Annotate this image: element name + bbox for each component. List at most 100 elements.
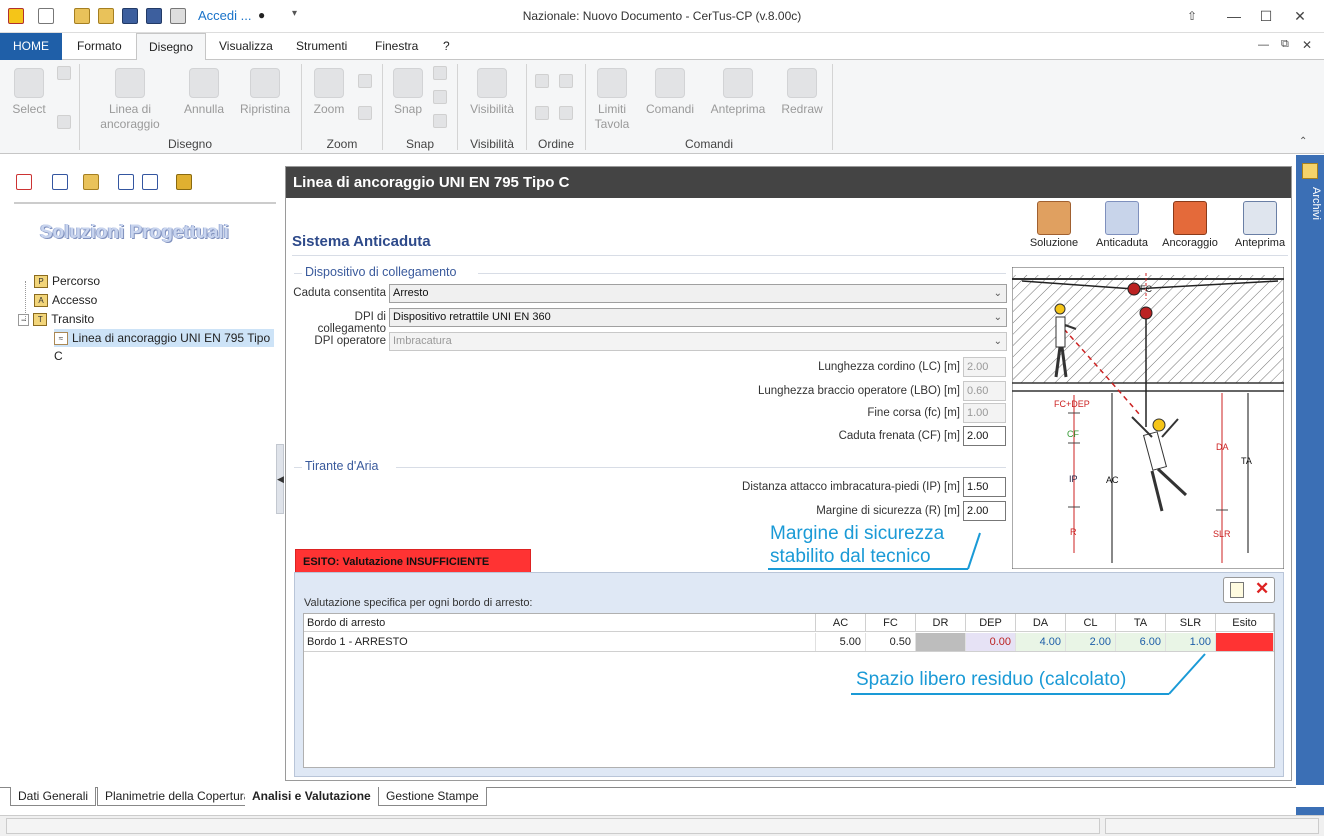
tab-home[interactable]: HOME: [0, 33, 62, 60]
caduta-label: Caduta consentita: [293, 287, 386, 299]
fall-arrest-diagram: FC FC+DEP CF IP R AC DA TA SLR: [1012, 267, 1284, 569]
import-icon[interactable]: [52, 174, 68, 190]
zoom-button[interactable]: Zoom: [308, 68, 350, 117]
section-line: [294, 467, 302, 468]
heading-divider: [292, 255, 1288, 256]
col-header-cl[interactable]: CL: [1066, 614, 1116, 632]
cf-input[interactable]: 2.00: [963, 426, 1006, 446]
left-panel: Soluzioni Progettuali P Percorso A Accesso…: [0, 155, 282, 785]
tab-planimetrie[interactable]: Planimetrie della Copertura: [97, 787, 259, 806]
expand-all-icon[interactable]: [118, 174, 134, 190]
send-back-icon[interactable]: [559, 74, 573, 88]
panel-splitter[interactable]: ◀: [276, 444, 284, 514]
anticaduta-button[interactable]: Anticaduta: [1092, 201, 1152, 249]
delete-icon[interactable]: [16, 174, 32, 190]
col-header-ta[interactable]: TA: [1116, 614, 1166, 632]
minimize-icon[interactable]: —: [1224, 6, 1244, 26]
select-button[interactable]: Select: [8, 68, 50, 117]
soluzione-button[interactable]: Soluzione: [1024, 201, 1084, 249]
tree-item-linea-ancoraggio[interactable]: ≈ Linea di ancoraggio UNI EN 795 Tipo C: [54, 329, 274, 363]
ip-input[interactable]: 1.50: [963, 477, 1006, 497]
main-window-title: Linea di ancoraggio UNI EN 795 Tipo C: [286, 167, 1291, 198]
collapse-toggle-icon[interactable]: −: [18, 314, 30, 326]
snap-grid-icon[interactable]: [433, 114, 447, 128]
collapse-ribbon-icon[interactable]: ⌃: [1299, 136, 1307, 147]
close-icon[interactable]: ✕: [1290, 6, 1310, 26]
dpi-collegamento-select[interactable]: Dispositivo retrattile UNI EN 360 ⌄: [389, 308, 1007, 327]
arrow-down-icon[interactable]: [57, 115, 71, 129]
eye-icon: [477, 68, 507, 98]
panel-title: Soluzioni Progettuali: [40, 222, 229, 243]
mdi-restore-icon[interactable]: ⧉: [1281, 38, 1289, 51]
annulla-button[interactable]: Annulla: [180, 68, 228, 117]
esito-tab[interactable]: ESITO: Valutazione INSUFFICIENTE: [295, 549, 531, 573]
tab-help[interactable]: ?: [431, 33, 462, 60]
group-visibilita-label: Visibilità: [470, 137, 514, 151]
tree-item-percorso[interactable]: P Percorso: [34, 272, 100, 290]
tools-icon: [655, 68, 685, 98]
r-input[interactable]: 2.00: [963, 501, 1006, 521]
tab-visualizza[interactable]: Visualizza: [207, 33, 285, 60]
limiti-tavola-button[interactable]: Limiti Tavola: [592, 68, 632, 132]
zoom-in-icon[interactable]: [358, 74, 372, 88]
diagram-label-cf: CF: [1067, 429, 1079, 439]
col-header-slr[interactable]: SLR: [1166, 614, 1216, 632]
maximize-icon[interactable]: ☐: [1256, 6, 1276, 26]
snap-midpoint-icon[interactable]: [433, 90, 447, 104]
col-header-da[interactable]: DA: [1016, 614, 1066, 632]
ripristina-button[interactable]: Ripristina: [237, 68, 293, 117]
restore-ribbon-icon[interactable]: ⇧: [1182, 6, 1202, 26]
anteprima-button[interactable]: Anteprima: [707, 68, 769, 117]
archivi-sidebar[interactable]: Archivi: [1296, 155, 1324, 815]
snap-endpoint-icon[interactable]: [433, 66, 447, 80]
tab-disegno[interactable]: Disegno: [136, 33, 207, 61]
col-header-esito[interactable]: Esito: [1216, 614, 1274, 632]
edit-note-icon[interactable]: [1230, 582, 1244, 598]
anteprima-toolbar-button[interactable]: Anteprima: [1230, 201, 1290, 249]
visibilita-button[interactable]: Visibilità: [464, 68, 520, 117]
redraw-button[interactable]: Redraw: [778, 68, 826, 117]
mdi-close-icon[interactable]: ✕: [1302, 38, 1312, 52]
mdi-minimize-icon[interactable]: —: [1258, 39, 1269, 51]
bring-front-icon[interactable]: [535, 74, 549, 88]
diagram-label-fc: FC: [1140, 284, 1152, 294]
linea-ancoraggio-button[interactable]: Linea di ancoraggio: [92, 68, 168, 132]
caduta-select[interactable]: Arresto ⌄: [389, 284, 1007, 303]
filter-icon[interactable]: [176, 174, 192, 190]
collapse-all-icon[interactable]: [142, 174, 158, 190]
zoom-out-icon[interactable]: [358, 106, 372, 120]
bring-forward-icon[interactable]: [535, 106, 549, 120]
tree-item-transito[interactable]: − T Transito: [18, 310, 94, 328]
col-header-dr[interactable]: DR: [916, 614, 966, 632]
chevron-down-icon: ⌄: [993, 312, 1002, 323]
section-line: [396, 467, 1006, 468]
col-header-dep[interactable]: DEP: [966, 614, 1016, 632]
ribbon-separator: [832, 64, 833, 150]
cell-esito[interactable]: [1216, 633, 1274, 651]
copy-icon[interactable]: [83, 174, 99, 190]
group-snap-label: Snap: [405, 137, 435, 151]
snap-button[interactable]: Snap: [389, 68, 427, 117]
status-pane-right: [1105, 818, 1319, 834]
page-limits-icon: [597, 68, 627, 98]
send-backward-icon[interactable]: [559, 106, 573, 120]
section-line: [478, 273, 1006, 274]
tab-gestione-stampe[interactable]: Gestione Stampe: [378, 787, 487, 806]
tab-strumenti[interactable]: Strumenti: [284, 33, 359, 60]
tab-dati-generali[interactable]: Dati Generali: [10, 787, 97, 806]
tree-item-accesso[interactable]: A Accesso: [34, 291, 97, 309]
col-header-fc[interactable]: FC: [866, 614, 916, 632]
bottom-tabs: Dati Generali Planimetrie della Copertur…: [0, 785, 1324, 807]
ancoraggio-button[interactable]: Ancoraggio: [1160, 201, 1220, 249]
tab-analisi-valutazione[interactable]: Analisi e Valutazione: [245, 787, 378, 806]
tab-finestra[interactable]: Finestra: [363, 33, 430, 60]
col-header-ac[interactable]: AC: [816, 614, 866, 632]
arrow-up-icon[interactable]: [57, 66, 71, 80]
solution-icon: [1037, 201, 1071, 235]
comandi-button[interactable]: Comandi: [642, 68, 698, 117]
section-heading: Sistema Anticaduta: [292, 233, 431, 250]
col-header-bordo[interactable]: Bordo di arresto: [304, 614, 816, 632]
cell-bordo[interactable]: Bordo 1 - ARRESTO: [304, 633, 816, 651]
tab-formato[interactable]: Formato: [65, 33, 134, 60]
delete-red-icon[interactable]: ✕: [1255, 579, 1269, 599]
